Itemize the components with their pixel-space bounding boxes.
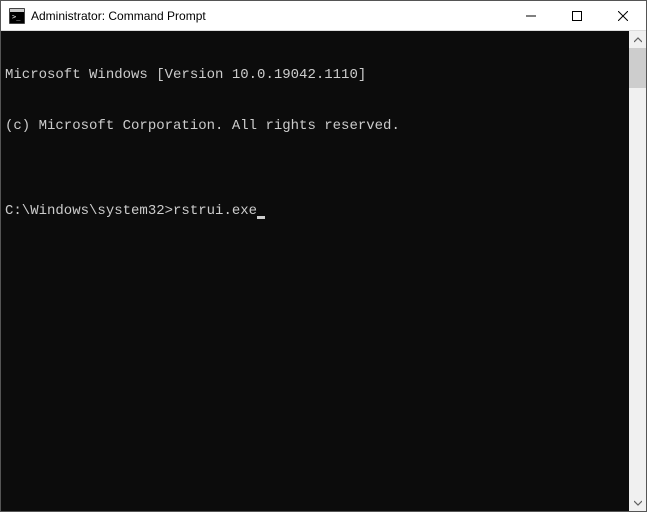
client-area: Microsoft Windows [Version 10.0.19042.11… — [1, 31, 646, 511]
scroll-track[interactable] — [629, 48, 646, 494]
terminal-output[interactable]: Microsoft Windows [Version 10.0.19042.11… — [1, 31, 629, 511]
cmd-icon: >_ — [9, 8, 25, 24]
vertical-scrollbar[interactable] — [629, 31, 646, 511]
close-icon — [618, 11, 628, 21]
command-prompt-window: >_ Administrator: Command Prompt Microso… — [0, 0, 647, 512]
minimize-button[interactable] — [508, 1, 554, 30]
minimize-icon — [526, 11, 536, 21]
close-button[interactable] — [600, 1, 646, 30]
svg-text:>_: >_ — [12, 13, 21, 21]
copyright-line: (c) Microsoft Corporation. All rights re… — [5, 118, 625, 135]
command-text: rstrui.exe — [173, 203, 257, 220]
titlebar[interactable]: >_ Administrator: Command Prompt — [1, 1, 646, 31]
maximize-icon — [572, 11, 582, 21]
window-controls — [508, 1, 646, 30]
maximize-button[interactable] — [554, 1, 600, 30]
version-line: Microsoft Windows [Version 10.0.19042.11… — [5, 67, 625, 84]
chevron-down-icon — [634, 499, 642, 507]
prompt-text: C:\Windows\system32> — [5, 203, 173, 220]
cursor — [257, 216, 265, 219]
chevron-up-icon — [634, 36, 642, 44]
scroll-down-button[interactable] — [629, 494, 646, 511]
prompt-line: C:\Windows\system32>rstrui.exe — [5, 203, 625, 220]
window-title: Administrator: Command Prompt — [31, 9, 508, 23]
scroll-up-button[interactable] — [629, 31, 646, 48]
scroll-thumb[interactable] — [629, 48, 646, 88]
